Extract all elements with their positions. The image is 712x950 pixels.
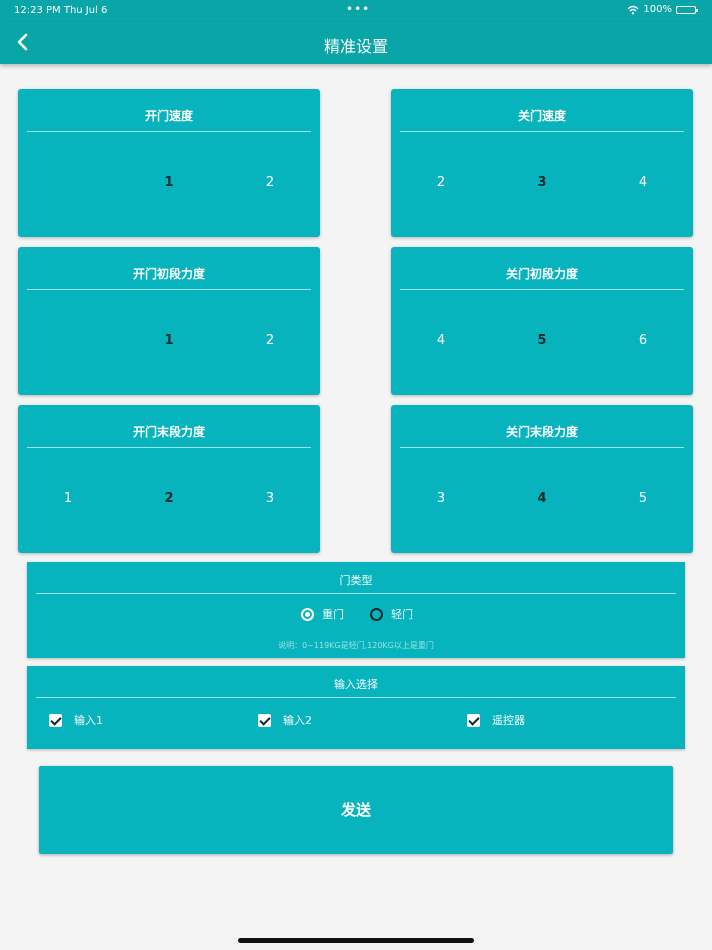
- card-close-speed: 关门速度 2 3 4: [391, 89, 693, 237]
- send-button[interactable]: 发送: [39, 766, 673, 854]
- value-picker[interactable]: 1 2: [18, 333, 320, 353]
- value-option-selected[interactable]: 4: [522, 491, 562, 506]
- divider: [400, 289, 684, 290]
- value-option[interactable]: 4: [421, 333, 461, 348]
- card-title: 开门末段力度: [132, 425, 205, 439]
- divider: [400, 447, 684, 448]
- value-option[interactable]: 1: [48, 491, 88, 506]
- radio-label: 轻门: [391, 608, 413, 621]
- value-picker[interactable]: 1 2: [18, 175, 320, 195]
- radio-unchecked-icon[interactable]: [370, 607, 383, 621]
- checkbox-remote[interactable]: 遥控器: [467, 712, 525, 728]
- status-bar: 12:23 PM Thu Jul 6 ••• 100%: [0, 0, 712, 22]
- value-option-selected[interactable]: 3: [522, 175, 562, 190]
- divider: [27, 289, 311, 290]
- checkbox-checked-icon[interactable]: [467, 713, 480, 727]
- value-picker[interactable]: 3 4 5: [391, 491, 693, 511]
- card-title: 开门初段力度: [132, 267, 205, 281]
- card-open-initial-force: 开门初段力度 1 2: [18, 247, 320, 395]
- input-select-title: 输入选择: [334, 678, 378, 691]
- value-option[interactable]: 2: [250, 175, 290, 190]
- divider: [27, 131, 311, 132]
- card-title: 关门速度: [517, 109, 566, 123]
- divider: [27, 447, 311, 448]
- status-right: 100%: [627, 4, 698, 15]
- value-option-selected[interactable]: 2: [149, 491, 189, 506]
- divider: [36, 697, 676, 698]
- card-open-speed: 开门速度 1 2: [18, 89, 320, 237]
- home-indicator[interactable]: [238, 938, 474, 943]
- card-title: 关门初段力度: [505, 267, 578, 281]
- radio-checked-icon[interactable]: [301, 607, 314, 621]
- value-option-selected[interactable]: 5: [522, 333, 562, 348]
- checkbox-checked-icon[interactable]: [49, 713, 62, 727]
- multitask-dots[interactable]: •••: [346, 2, 370, 16]
- battery-percent: 100%: [643, 4, 672, 15]
- door-type-title: 门类型: [339, 574, 373, 587]
- nav-bar: 精准设置: [0, 22, 712, 64]
- value-option[interactable]: 3: [421, 491, 461, 506]
- wifi-icon: [627, 5, 639, 14]
- checkbox-label: 输入2: [283, 714, 312, 727]
- value-option[interactable]: 2: [421, 175, 461, 190]
- value-option-selected[interactable]: 1: [149, 175, 189, 190]
- card-title: 关门末段力度: [505, 425, 578, 439]
- value-picker[interactable]: 1 2 3: [18, 491, 320, 511]
- radio-label: 重门: [322, 608, 344, 621]
- value-option[interactable]: 3: [250, 491, 290, 506]
- door-type-panel: 门类型 重门 轻门 说明：0~119KG是轻门,120KG以上是重门: [27, 562, 685, 658]
- card-close-final-force: 关门末段力度 3 4 5: [391, 405, 693, 553]
- radio-heavy-door[interactable]: 重门: [301, 606, 344, 622]
- value-option[interactable]: 4: [623, 175, 663, 190]
- card-title: 开门速度: [144, 109, 193, 123]
- value-option[interactable]: 5: [623, 491, 663, 506]
- value-option-selected[interactable]: 1: [149, 333, 189, 348]
- checkbox-label: 遥控器: [492, 714, 525, 727]
- value-option[interactable]: 6: [623, 333, 663, 348]
- divider: [36, 593, 676, 594]
- value-picker[interactable]: 4 5 6: [391, 333, 693, 353]
- door-type-note: 说明：0~119KG是轻门,120KG以上是重门: [278, 641, 434, 650]
- value-option[interactable]: 2: [250, 333, 290, 348]
- checkbox-input2[interactable]: 输入2: [258, 712, 312, 728]
- input-select-panel: 输入选择 输入1 输入2 遥控器: [27, 666, 685, 749]
- card-open-final-force: 开门末段力度 1 2 3: [18, 405, 320, 553]
- value-picker[interactable]: 2 3 4: [391, 175, 693, 195]
- battery-icon: [676, 5, 698, 14]
- checkbox-label: 输入1: [74, 714, 103, 727]
- checkbox-input1[interactable]: 输入1: [49, 712, 103, 728]
- status-time: 12:23 PM Thu Jul 6: [14, 5, 108, 16]
- radio-light-door[interactable]: 轻门: [370, 606, 413, 622]
- checkbox-checked-icon[interactable]: [258, 713, 271, 727]
- page-title: 精准设置: [323, 37, 388, 56]
- card-close-initial-force: 关门初段力度 4 5 6: [391, 247, 693, 395]
- divider: [400, 131, 684, 132]
